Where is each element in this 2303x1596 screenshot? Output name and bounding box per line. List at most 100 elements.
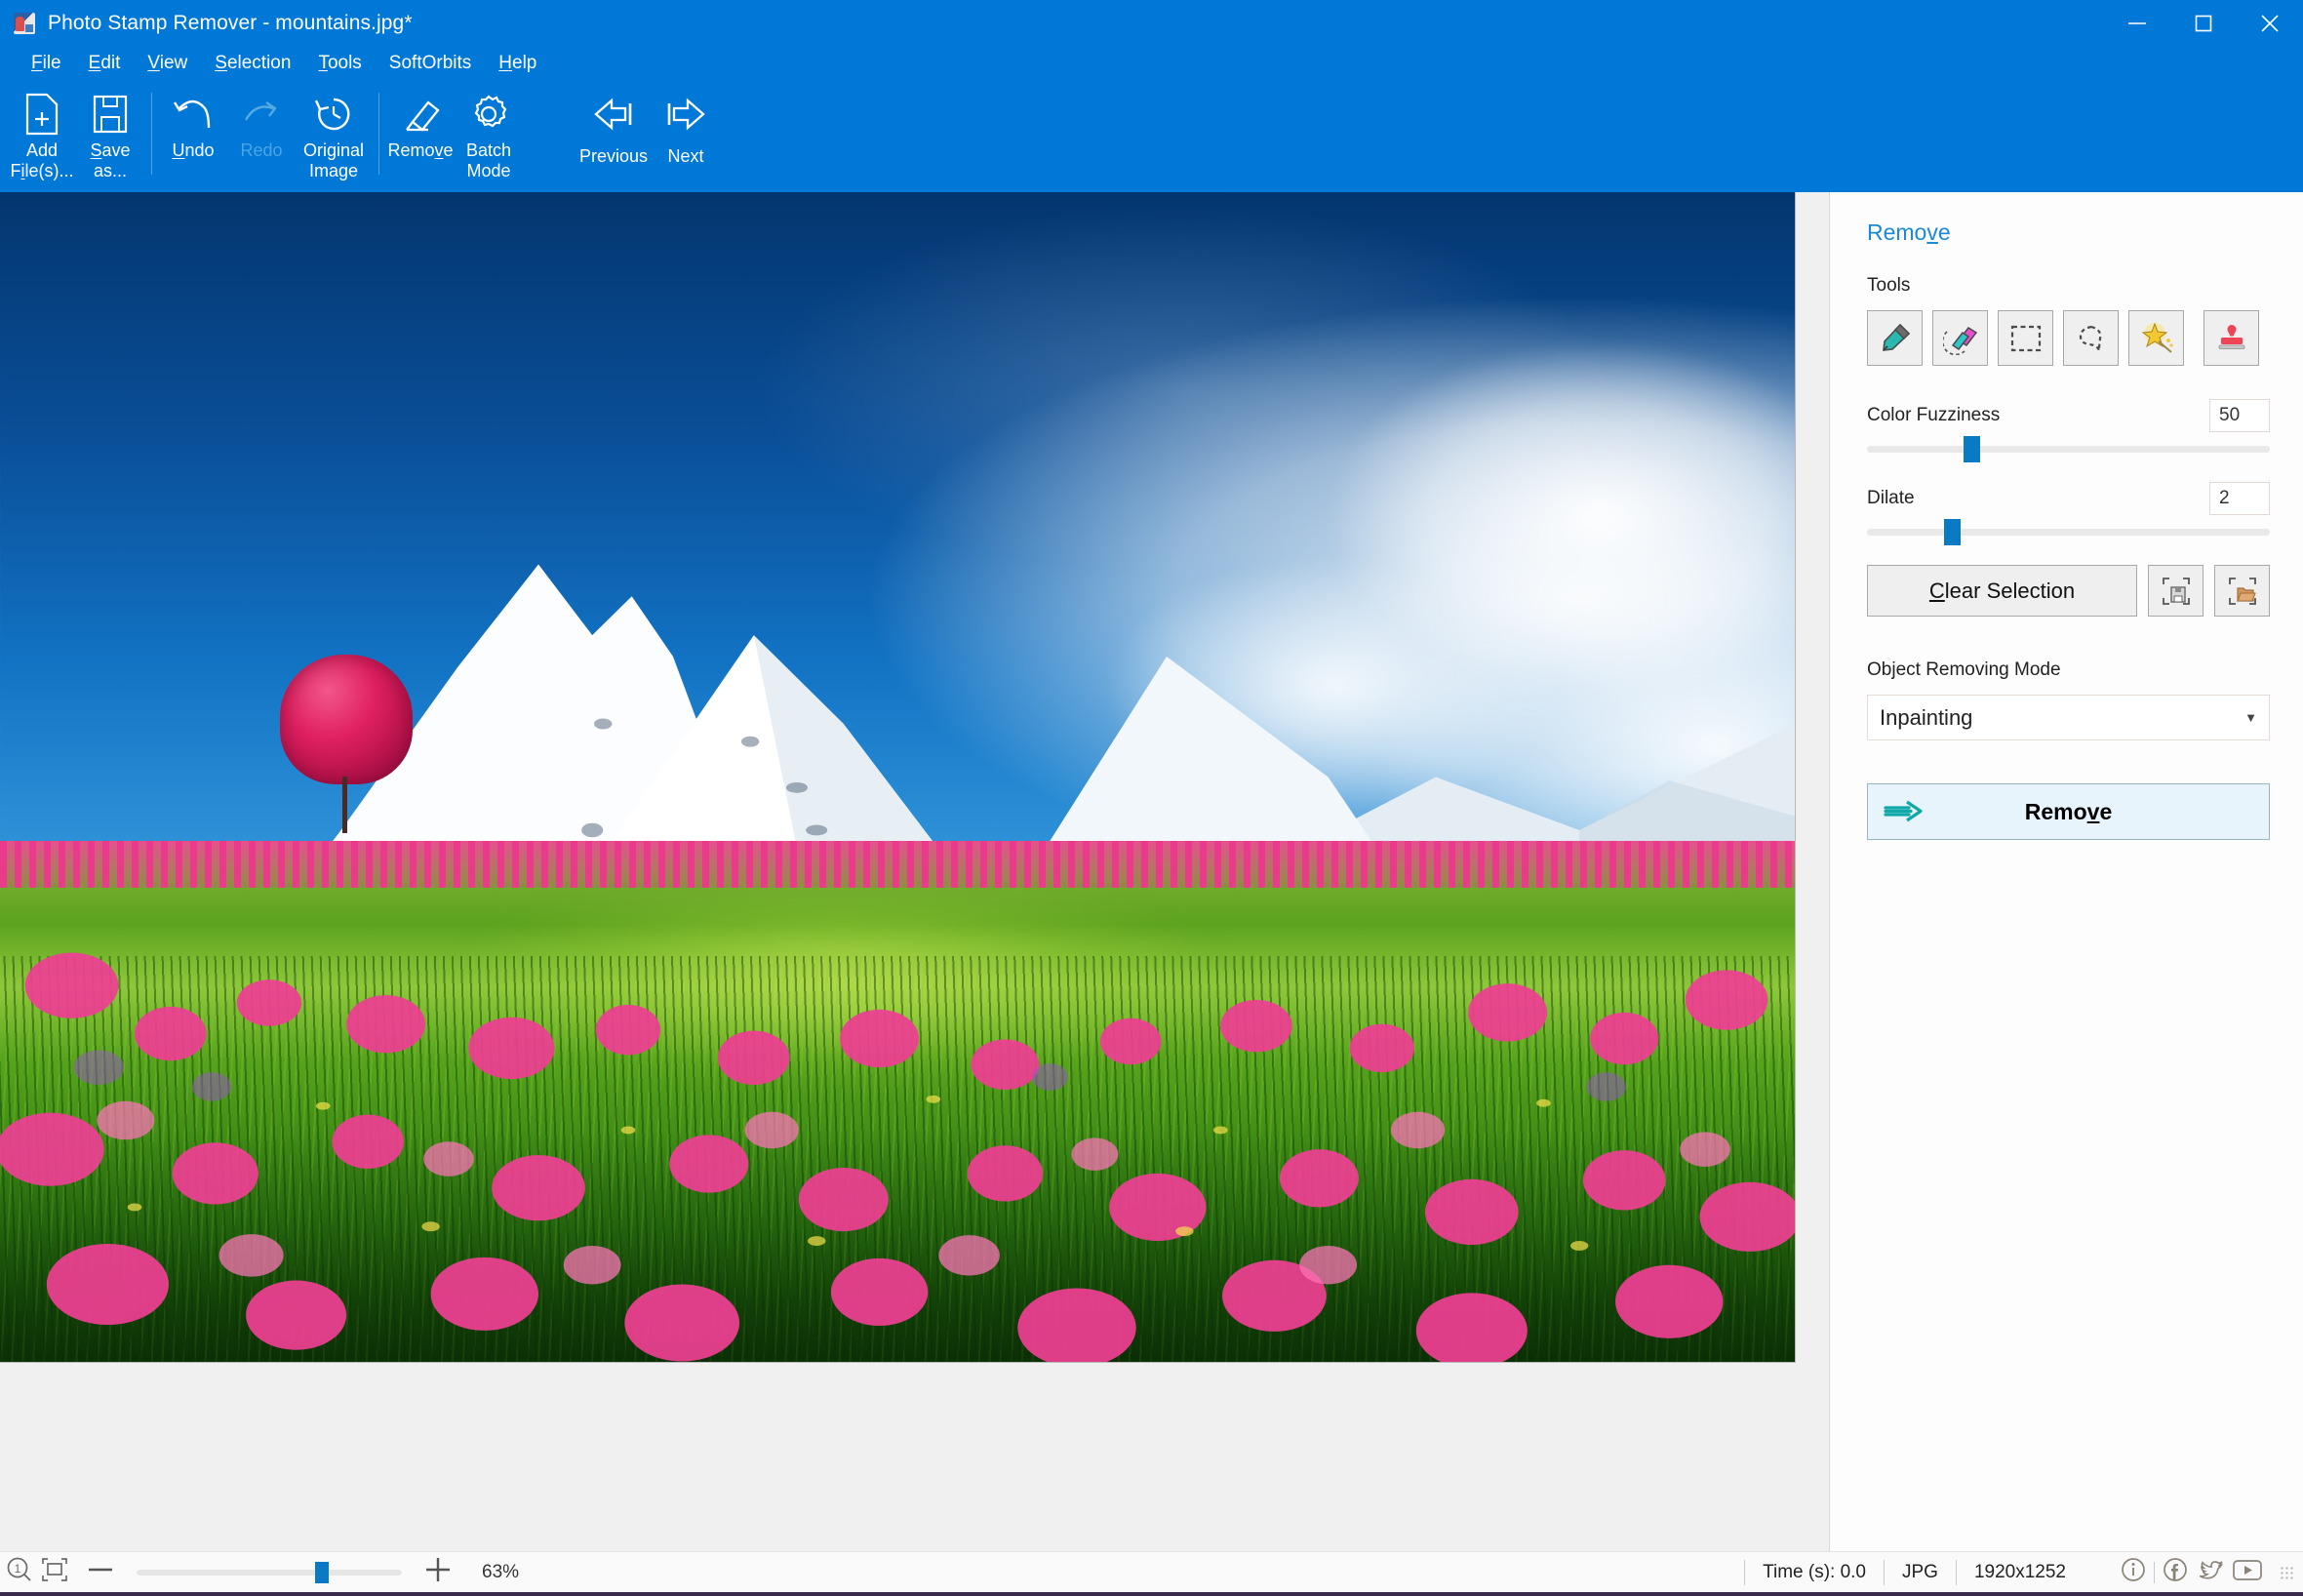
zoom-fit-window-icon[interactable]	[41, 1557, 68, 1587]
main-body: Remove Tools Color Fuzziness 50 Dilate 2…	[0, 192, 2303, 1551]
next-button[interactable]: Next	[652, 79, 720, 184]
add-files-button[interactable]: Add File(s)...	[8, 79, 76, 184]
twitter-icon[interactable]	[2196, 1555, 2225, 1589]
menu-tools[interactable]: Tools	[304, 53, 375, 74]
image-workspace[interactable]	[0, 192, 1830, 1551]
zoom-percent-label: 63%	[482, 1561, 520, 1582]
separator	[2154, 1561, 2155, 1583]
photo-mountains	[0, 192, 1795, 1362]
title-bar: Photo Stamp Remover - mountains.jpg*	[0, 0, 2303, 47]
marker-tool[interactable]	[1867, 310, 1923, 366]
gear-icon	[468, 91, 509, 138]
remove-action-button[interactable]: Remove	[1867, 783, 2270, 840]
eraser-icon	[399, 91, 442, 138]
magic-wand-tool[interactable]	[2128, 310, 2184, 366]
tools-row	[1867, 310, 2270, 366]
redo-label: Redo	[240, 140, 283, 160]
zoom-slider[interactable]	[137, 1561, 402, 1583]
stamp-icon	[2218, 324, 2244, 349]
toolbar-separator-1	[151, 93, 152, 175]
dimensions-status: 1920x1252	[1955, 1559, 2084, 1585]
zoom-actual-size-icon[interactable]: 1	[6, 1556, 33, 1588]
flower-band-horizon	[0, 841, 1795, 889]
redo-button[interactable]: Redo	[227, 79, 296, 184]
marker-pen-icon	[1882, 323, 1910, 351]
save-as-label: Save as...	[90, 140, 131, 180]
app-photo-icon	[14, 13, 35, 34]
menu-softorbits[interactable]: SoftOrbits	[376, 53, 485, 74]
status-bar: 1 63% Time (s): 0.0 JPG 1920x1252	[0, 1551, 2303, 1592]
stamp-tool[interactable]	[2204, 310, 2259, 366]
image-canvas[interactable]	[0, 192, 1796, 1363]
object-removing-mode-value: Inpainting	[1880, 704, 1973, 730]
social-links	[2119, 1555, 2264, 1589]
maximize-button[interactable]	[2170, 0, 2237, 47]
object-removing-mode-select[interactable]: Inpainting ▼	[1867, 695, 2270, 740]
zoom-slider-thumb[interactable]	[315, 1561, 330, 1583]
chevron-down-icon: ▼	[2244, 710, 2257, 725]
facebook-icon[interactable]	[2161, 1555, 2190, 1589]
dilate-control: Dilate 2	[1867, 482, 2270, 545]
tree-trunk	[342, 777, 348, 834]
eraser-selection-icon	[1942, 326, 1977, 355]
color-fuzziness-value[interactable]: 50	[2209, 399, 2270, 432]
youtube-icon[interactable]	[2231, 1556, 2264, 1588]
menu-selection[interactable]: Selection	[201, 53, 304, 74]
remove-action-label: Remove	[2024, 798, 2113, 824]
arrow-right-bar-icon	[662, 91, 709, 138]
zoom-in-button[interactable]	[423, 1555, 453, 1589]
menu-view[interactable]: View	[134, 53, 201, 74]
floppy-save-icon	[91, 91, 130, 138]
color-fuzziness-thumb[interactable]	[1964, 436, 1981, 462]
redo-arrow-icon	[240, 91, 283, 138]
menu-file[interactable]: File	[18, 53, 75, 74]
dilate-value[interactable]: 2	[2209, 482, 2270, 515]
rectangle-select-tool[interactable]	[1998, 310, 2053, 366]
save-selection-icon	[2162, 577, 2190, 605]
format-status: JPG	[1884, 1559, 1956, 1585]
info-icon[interactable]	[2119, 1555, 2148, 1589]
menu-help[interactable]: Help	[485, 53, 550, 74]
original-image-label: Original Image	[302, 140, 365, 180]
batch-mode-label: Batch Mode	[465, 140, 512, 180]
batch-mode-button[interactable]: Batch Mode	[455, 79, 523, 184]
resize-grip[interactable]	[2280, 1565, 2293, 1579]
window-controls	[2104, 0, 2303, 47]
file-add-icon	[23, 91, 60, 138]
window-title: Photo Stamp Remover - mountains.jpg*	[48, 12, 413, 34]
magic-wand-icon	[2141, 322, 2173, 353]
load-selection-button[interactable]	[2214, 565, 2270, 617]
remove-toolbar-button[interactable]: Remove	[386, 79, 455, 184]
remove-panel: Remove Tools Color Fuzziness 50 Dilate 2…	[1830, 192, 2303, 1551]
svg-text:1: 1	[15, 1562, 21, 1576]
close-button[interactable]	[2237, 0, 2303, 47]
save-selection-button[interactable]	[2148, 565, 2204, 617]
eraser-tool[interactable]	[1932, 310, 1988, 366]
red-tree	[280, 654, 414, 834]
toolbar-separator-2	[378, 93, 379, 175]
bottom-strip	[0, 1592, 2303, 1596]
rectangle-marquee-icon	[2010, 325, 2041, 351]
dilate-label: Dilate	[1867, 488, 1915, 508]
next-label: Next	[667, 146, 704, 166]
zoom-controls: 1 63%	[6, 1555, 519, 1589]
color-fuzziness-label: Color Fuzziness	[1867, 405, 2001, 425]
color-fuzziness-slider[interactable]	[1867, 436, 2270, 462]
meadow-shadow	[0, 1133, 1795, 1362]
menu-edit[interactable]: Edit	[75, 53, 135, 74]
minimize-button[interactable]	[2104, 0, 2170, 47]
undo-button[interactable]: Undo	[159, 79, 227, 184]
save-as-button[interactable]: Save as...	[76, 79, 144, 184]
undo-arrow-icon	[172, 91, 215, 138]
main-toolbar: Add File(s)... Save as... Undo Redo Orig…	[0, 79, 2303, 192]
dilate-slider[interactable]	[1867, 519, 2270, 545]
previous-button[interactable]: Previous	[576, 79, 652, 184]
original-image-button[interactable]: Original Image	[296, 79, 372, 184]
lasso-select-tool[interactable]	[2063, 310, 2119, 366]
zoom-out-button[interactable]	[86, 1563, 115, 1581]
color-fuzziness-control: Color Fuzziness 50	[1867, 399, 2270, 462]
selection-actions-row: Clear Selection	[1867, 565, 2270, 617]
dilate-thumb[interactable]	[1943, 519, 1961, 545]
clear-selection-button[interactable]: Clear Selection	[1867, 565, 2137, 617]
previous-label: Previous	[578, 146, 649, 166]
